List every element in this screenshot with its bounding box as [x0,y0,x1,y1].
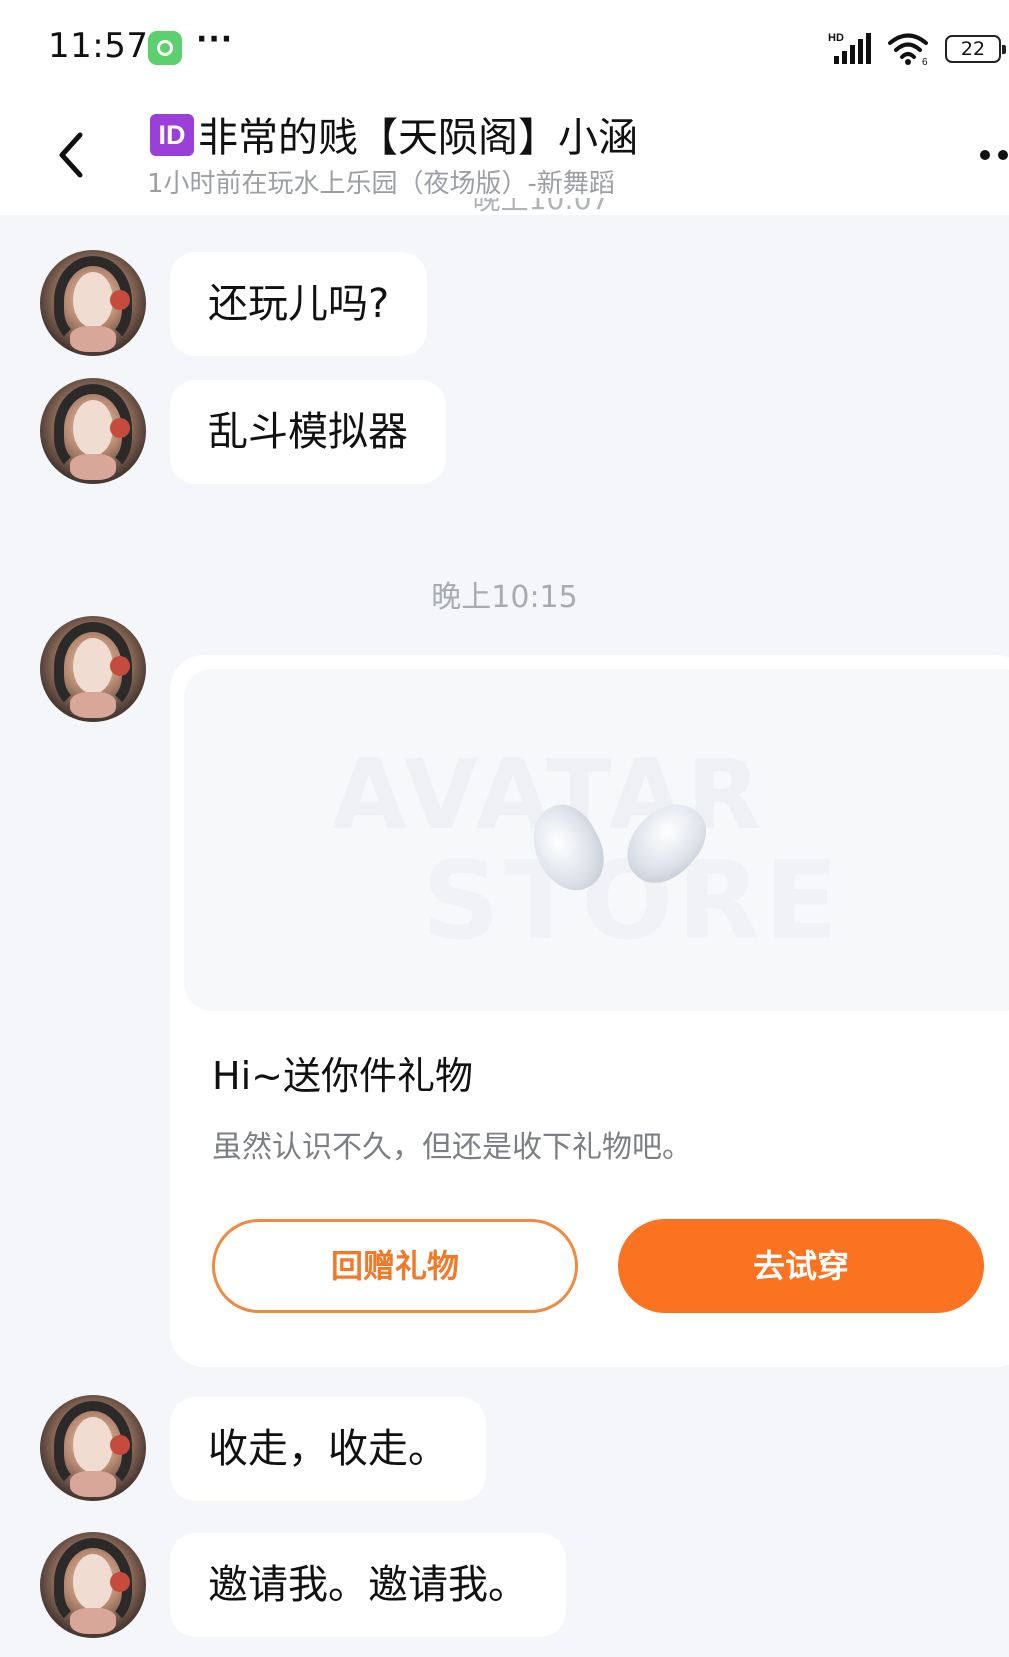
gift-image[interactable]: AVATAR STORE [184,669,1009,1011]
chat-header: ID 非常的贱【天陨阁】小涵 1小时前在玩水上乐园（夜场版）-新舞蹈 [0,95,1009,215]
more-options-button[interactable] [980,145,1009,160]
time-divider: 晚上10:15 [431,580,578,615]
status-time: 11:57 [48,26,149,66]
chat-subtitle: 1小时前在玩水上乐园（夜场版）-新舞蹈 [147,169,615,199]
contact-avatar[interactable] [40,250,146,356]
message-bubble[interactable]: 邀请我。邀请我。 [170,1533,566,1637]
message-bubble[interactable]: 还玩儿吗? [170,252,428,356]
battery-indicator: 22 [945,35,1006,63]
gift-card[interactable]: AVATAR STORE Hi~送你件礼物 虽然认识不久，但还是收下礼物吧。 回… [170,655,1009,1367]
status-overflow-icon: ··· [196,22,234,57]
try-on-button[interactable]: 去试穿 [618,1219,984,1313]
return-gift-button[interactable]: 回赠礼物 [212,1219,578,1313]
contact-avatar[interactable] [40,378,146,484]
status-bar: 11:57 ··· HD 6 22 [0,0,1009,95]
back-button[interactable] [48,125,98,185]
message-bubble[interactable]: 乱斗模拟器 [170,380,446,484]
wifi-icon: 6 [888,33,928,66]
chat-title[interactable]: 非常的贱【天陨阁】小涵 [198,105,638,163]
previous-timestamp: 晚上10:07 [472,198,610,215]
svg-text:6: 6 [922,57,928,66]
contact-avatar[interactable] [40,1395,146,1501]
chat-app-icon [148,31,182,65]
contact-avatar[interactable] [40,616,146,722]
gift-title: Hi~送你件礼物 [212,1054,473,1098]
network-label: HD [828,32,844,44]
signal-icon: HD [828,32,871,64]
gift-description: 虽然认识不久，但还是收下礼物吧。 [212,1130,692,1165]
contact-avatar[interactable] [40,1532,146,1638]
id-badge: ID [150,114,194,156]
message-bubble[interactable]: 收走，收走。 [170,1397,486,1501]
